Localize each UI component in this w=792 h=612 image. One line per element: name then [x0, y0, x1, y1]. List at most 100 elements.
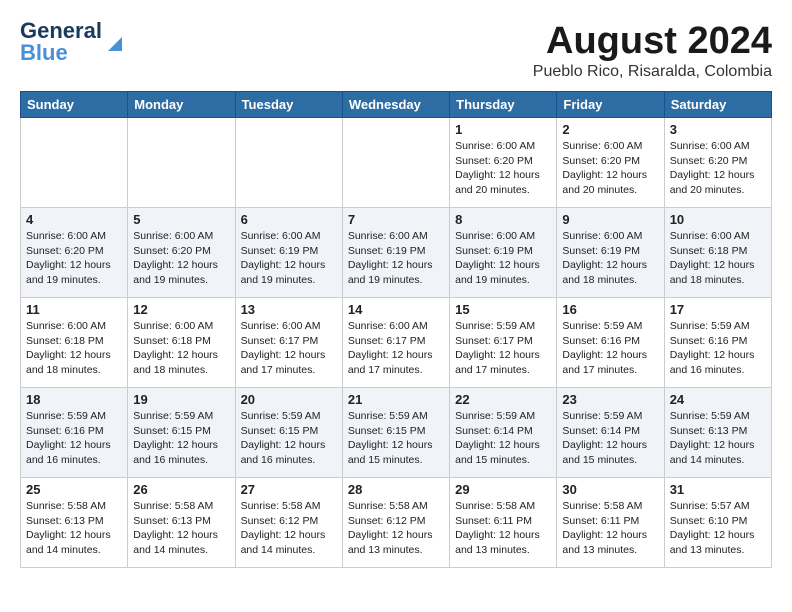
day-number: 22 — [455, 392, 551, 407]
day-info: Sunrise: 6:00 AMSunset: 6:20 PMDaylight:… — [562, 139, 658, 198]
calendar-cell: 30 Sunrise: 5:58 AMSunset: 6:11 PMDayligh… — [557, 478, 664, 568]
day-number: 6 — [241, 212, 337, 227]
day-number: 1 — [455, 122, 551, 137]
calendar-cell: 27 Sunrise: 5:58 AMSunset: 6:12 PMDayligh… — [235, 478, 342, 568]
day-info: Sunrise: 5:58 AMSunset: 6:13 PMDaylight:… — [26, 499, 122, 558]
calendar-cell: 12 Sunrise: 6:00 AMSunset: 6:18 PMDayligh… — [128, 298, 235, 388]
day-number: 14 — [348, 302, 444, 317]
day-number: 15 — [455, 302, 551, 317]
weekday-header-wednesday: Wednesday — [342, 92, 449, 118]
calendar-cell: 7 Sunrise: 6:00 AMSunset: 6:19 PMDaylight… — [342, 208, 449, 298]
calendar-cell: 6 Sunrise: 6:00 AMSunset: 6:19 PMDaylight… — [235, 208, 342, 298]
day-info: Sunrise: 5:59 AMSunset: 6:16 PMDaylight:… — [26, 409, 122, 468]
day-info: Sunrise: 5:59 AMSunset: 6:17 PMDaylight:… — [455, 319, 551, 378]
day-number: 27 — [241, 482, 337, 497]
weekday-header-tuesday: Tuesday — [235, 92, 342, 118]
day-number: 20 — [241, 392, 337, 407]
calendar-cell: 8 Sunrise: 6:00 AMSunset: 6:19 PMDaylight… — [450, 208, 557, 298]
calendar-cell: 9 Sunrise: 6:00 AMSunset: 6:19 PMDaylight… — [557, 208, 664, 298]
day-info: Sunrise: 5:59 AMSunset: 6:15 PMDaylight:… — [348, 409, 444, 468]
day-info: Sunrise: 5:58 AMSunset: 6:12 PMDaylight:… — [348, 499, 444, 558]
calendar-cell: 2 Sunrise: 6:00 AMSunset: 6:20 PMDaylight… — [557, 118, 664, 208]
weekday-header-monday: Monday — [128, 92, 235, 118]
day-info: Sunrise: 6:00 AMSunset: 6:17 PMDaylight:… — [348, 319, 444, 378]
day-info: Sunrise: 5:57 AMSunset: 6:10 PMDaylight:… — [670, 499, 766, 558]
day-info: Sunrise: 6:00 AMSunset: 6:18 PMDaylight:… — [26, 319, 122, 378]
weekday-header-saturday: Saturday — [664, 92, 771, 118]
day-info: Sunrise: 5:58 AMSunset: 6:12 PMDaylight:… — [241, 499, 337, 558]
day-number: 24 — [670, 392, 766, 407]
day-number: 12 — [133, 302, 229, 317]
day-info: Sunrise: 6:00 AMSunset: 6:19 PMDaylight:… — [241, 229, 337, 288]
logo-text: GeneralBlue — [20, 20, 102, 64]
day-info: Sunrise: 5:58 AMSunset: 6:11 PMDaylight:… — [562, 499, 658, 558]
calendar-cell: 24 Sunrise: 5:59 AMSunset: 6:13 PMDayligh… — [664, 388, 771, 478]
day-number: 26 — [133, 482, 229, 497]
calendar-cell: 13 Sunrise: 6:00 AMSunset: 6:17 PMDayligh… — [235, 298, 342, 388]
page-header: GeneralBlue August 2024 Pueblo Rico, Ris… — [20, 20, 772, 81]
day-info: Sunrise: 6:00 AMSunset: 6:19 PMDaylight:… — [562, 229, 658, 288]
day-info: Sunrise: 5:58 AMSunset: 6:13 PMDaylight:… — [133, 499, 229, 558]
day-number: 8 — [455, 212, 551, 227]
calendar-cell: 22 Sunrise: 5:59 AMSunset: 6:14 PMDayligh… — [450, 388, 557, 478]
day-number: 18 — [26, 392, 122, 407]
day-info: Sunrise: 6:00 AMSunset: 6:18 PMDaylight:… — [133, 319, 229, 378]
calendar-cell: 3 Sunrise: 6:00 AMSunset: 6:20 PMDaylight… — [664, 118, 771, 208]
day-number: 16 — [562, 302, 658, 317]
calendar-title: August 2024 — [533, 20, 772, 63]
calendar-cell — [21, 118, 128, 208]
day-info: Sunrise: 6:00 AMSunset: 6:20 PMDaylight:… — [133, 229, 229, 288]
day-number: 19 — [133, 392, 229, 407]
weekday-header-friday: Friday — [557, 92, 664, 118]
day-info: Sunrise: 5:59 AMSunset: 6:15 PMDaylight:… — [133, 409, 229, 468]
day-info: Sunrise: 5:59 AMSunset: 6:15 PMDaylight:… — [241, 409, 337, 468]
day-info: Sunrise: 6:00 AMSunset: 6:17 PMDaylight:… — [241, 319, 337, 378]
day-number: 2 — [562, 122, 658, 137]
day-number: 7 — [348, 212, 444, 227]
calendar-table: SundayMondayTuesdayWednesdayThursdayFrid… — [20, 91, 772, 568]
logo: GeneralBlue — [20, 20, 126, 64]
calendar-cell: 11Sunrise: 6:00 AMSunset: 6:18 PMDayligh… — [21, 298, 128, 388]
day-info: Sunrise: 5:59 AMSunset: 6:13 PMDaylight:… — [670, 409, 766, 468]
calendar-cell: 16 Sunrise: 5:59 AMSunset: 6:16 PMDayligh… — [557, 298, 664, 388]
weekday-header-sunday: Sunday — [21, 92, 128, 118]
day-info: Sunrise: 6:00 AMSunset: 6:18 PMDaylight:… — [670, 229, 766, 288]
day-info: Sunrise: 5:59 AMSunset: 6:14 PMDaylight:… — [455, 409, 551, 468]
calendar-cell: 15 Sunrise: 5:59 AMSunset: 6:17 PMDayligh… — [450, 298, 557, 388]
day-info: Sunrise: 6:00 AMSunset: 6:19 PMDaylight:… — [348, 229, 444, 288]
calendar-cell: 20 Sunrise: 5:59 AMSunset: 6:15 PMDayligh… — [235, 388, 342, 478]
day-info: Sunrise: 5:59 AMSunset: 6:16 PMDaylight:… — [562, 319, 658, 378]
day-number: 5 — [133, 212, 229, 227]
day-number: 21 — [348, 392, 444, 407]
day-info: Sunrise: 5:59 AMSunset: 6:14 PMDaylight:… — [562, 409, 658, 468]
calendar-subtitle: Pueblo Rico, Risaralda, Colombia — [533, 63, 772, 81]
calendar-cell: 26 Sunrise: 5:58 AMSunset: 6:13 PMDayligh… — [128, 478, 235, 568]
day-info: Sunrise: 6:00 AMSunset: 6:20 PMDaylight:… — [26, 229, 122, 288]
calendar-cell: 14 Sunrise: 6:00 AMSunset: 6:17 PMDayligh… — [342, 298, 449, 388]
day-number: 9 — [562, 212, 658, 227]
day-number: 23 — [562, 392, 658, 407]
calendar-cell: 28 Sunrise: 5:58 AMSunset: 6:12 PMDayligh… — [342, 478, 449, 568]
calendar-cell: 10Sunrise: 6:00 AMSunset: 6:18 PMDayligh… — [664, 208, 771, 298]
day-number: 30 — [562, 482, 658, 497]
calendar-cell: 4 Sunrise: 6:00 AMSunset: 6:20 PMDaylight… — [21, 208, 128, 298]
day-info: Sunrise: 6:00 AMSunset: 6:19 PMDaylight:… — [455, 229, 551, 288]
day-info: Sunrise: 5:59 AMSunset: 6:16 PMDaylight:… — [670, 319, 766, 378]
calendar-cell — [342, 118, 449, 208]
calendar-cell: 29Sunrise: 5:58 AMSunset: 6:11 PMDayligh… — [450, 478, 557, 568]
day-info: Sunrise: 6:00 AMSunset: 6:20 PMDaylight:… — [670, 139, 766, 198]
day-number: 28 — [348, 482, 444, 497]
day-info: Sunrise: 6:00 AMSunset: 6:20 PMDaylight:… — [455, 139, 551, 198]
day-number: 29 — [455, 482, 551, 497]
calendar-cell: 5 Sunrise: 6:00 AMSunset: 6:20 PMDaylight… — [128, 208, 235, 298]
day-number: 13 — [241, 302, 337, 317]
day-number: 4 — [26, 212, 122, 227]
day-number: 25 — [26, 482, 122, 497]
calendar-cell: 18 Sunrise: 5:59 AMSunset: 6:16 PMDayligh… — [21, 388, 128, 478]
weekday-header-thursday: Thursday — [450, 92, 557, 118]
calendar-cell: 17Sunrise: 5:59 AMSunset: 6:16 PMDayligh… — [664, 298, 771, 388]
title-section: August 2024 Pueblo Rico, Risaralda, Colo… — [533, 20, 772, 81]
day-number: 3 — [670, 122, 766, 137]
calendar-cell — [235, 118, 342, 208]
day-number: 31 — [670, 482, 766, 497]
